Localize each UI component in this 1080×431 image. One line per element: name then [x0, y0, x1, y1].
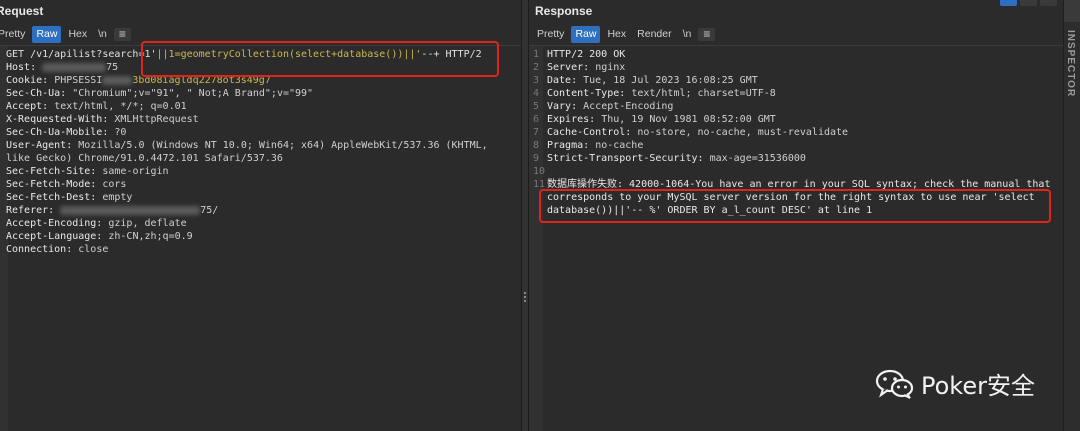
- request-editor[interactable]: GET /v1/apilist?search=1'||1=geometryCol…: [0, 45, 521, 431]
- inspector-sidebar[interactable]: INSPECTOR: [1063, 0, 1080, 431]
- header-accept-encoding: Accept-Encoding: gzip, deflate: [6, 218, 187, 229]
- header-sec-fetch-mode: Sec-Fetch-Mode: cors: [6, 179, 127, 190]
- inspector-label[interactable]: INSPECTOR: [1065, 30, 1076, 97]
- response-view-tabs: Pretty Raw Hex Render \n ≡: [533, 26, 716, 43]
- response-header: 7 Cache-Control: no-store, no-cache, must…: [533, 127, 849, 138]
- layout-split-icon[interactable]: [1000, 0, 1017, 6]
- response-title: Response: [535, 4, 593, 18]
- watermark-text: Poker安全: [921, 372, 1035, 400]
- header-accept: Accept: text/html, */*; q=0.01: [6, 101, 187, 112]
- header-connection: Connection: close: [6, 244, 109, 255]
- tab-raw[interactable]: Raw: [32, 26, 62, 43]
- header-user-agent: User-Agent: Mozilla/5.0 (Windows NT 10.0…: [6, 140, 488, 151]
- error-highlight-box: [539, 189, 1051, 223]
- response-header: 6 Expires: Thu, 19 Nov 1981 08:52:00 GMT: [533, 114, 776, 125]
- response-header: 4 Content-Type: text/html; charset=UTF-8: [533, 88, 776, 99]
- response-header: 9 Strict-Transport-Security: max-age=3153…: [533, 153, 806, 164]
- header-user-agent-cont: like Gecko) Chrome/91.0.4472.101 Safari/…: [6, 153, 283, 164]
- response-blank-line: 10: [533, 166, 546, 177]
- redacted-block: [102, 75, 133, 85]
- tab-hex[interactable]: Hex: [64, 26, 91, 43]
- header-sec-fetch-dest: Sec-Fetch-Dest: empty: [6, 192, 133, 203]
- layout-toggle: [1000, 0, 1057, 6]
- header-sec-ch-ua: Sec-Ch-Ua: "Chromium";v="91", " Not;A Br…: [6, 88, 314, 99]
- header-x-requested-with: X-Requested-With: XMLHttpRequest: [6, 114, 199, 125]
- response-header: 2 Server: nginx: [533, 62, 626, 73]
- tab-newline[interactable]: \n: [94, 26, 111, 43]
- header-accept-language: Accept-Language: zh-CN,zh;q=0.9: [6, 231, 193, 242]
- tab-newline[interactable]: \n: [679, 26, 696, 43]
- tab-pretty[interactable]: Pretty: [0, 26, 29, 43]
- splitter-grip-icon: [524, 292, 526, 304]
- request-title: Request: [0, 4, 44, 18]
- payload-highlight-box: [141, 41, 499, 77]
- inspector-toolbar: [1064, 0, 1080, 22]
- tab-render[interactable]: Render: [633, 26, 675, 43]
- tab-hex[interactable]: Hex: [603, 26, 630, 43]
- tab-raw[interactable]: Raw: [571, 26, 601, 43]
- redacted-block: [42, 62, 107, 72]
- header-sec-fetch-site: Sec-Fetch-Site: same-origin: [6, 166, 169, 177]
- request-pane: Request Pretty Raw Hex \n ≡ GET /v1/apil…: [0, 0, 521, 431]
- layout-single-icon[interactable]: [1040, 0, 1057, 6]
- response-header: 8 Pragma: no-cache: [533, 140, 644, 151]
- response-status-line: 1 HTTP/2 200 OK: [533, 49, 626, 60]
- tab-pretty[interactable]: Pretty: [533, 26, 568, 43]
- hamburger-menu-icon[interactable]: ≡: [698, 28, 716, 41]
- redacted-block: [60, 205, 201, 215]
- layout-horizontal-icon[interactable]: [1020, 0, 1037, 6]
- response-header: 5 Vary: Accept-Encoding: [533, 101, 674, 112]
- pane-splitter[interactable]: [521, 0, 529, 431]
- header-sec-ch-ua-mobile: Sec-Ch-Ua-Mobile: ?0: [6, 127, 127, 138]
- response-header: 3 Date: Tue, 18 Jul 2023 16:08:25 GMT: [533, 75, 758, 86]
- hamburger-menu-icon[interactable]: ≡: [113, 28, 131, 41]
- request-view-tabs: Pretty Raw Hex \n ≡: [0, 26, 131, 43]
- wechat-icon: [875, 369, 915, 399]
- header-referer: Referer: 75/: [6, 205, 219, 216]
- watermark: Poker安全: [875, 366, 1035, 401]
